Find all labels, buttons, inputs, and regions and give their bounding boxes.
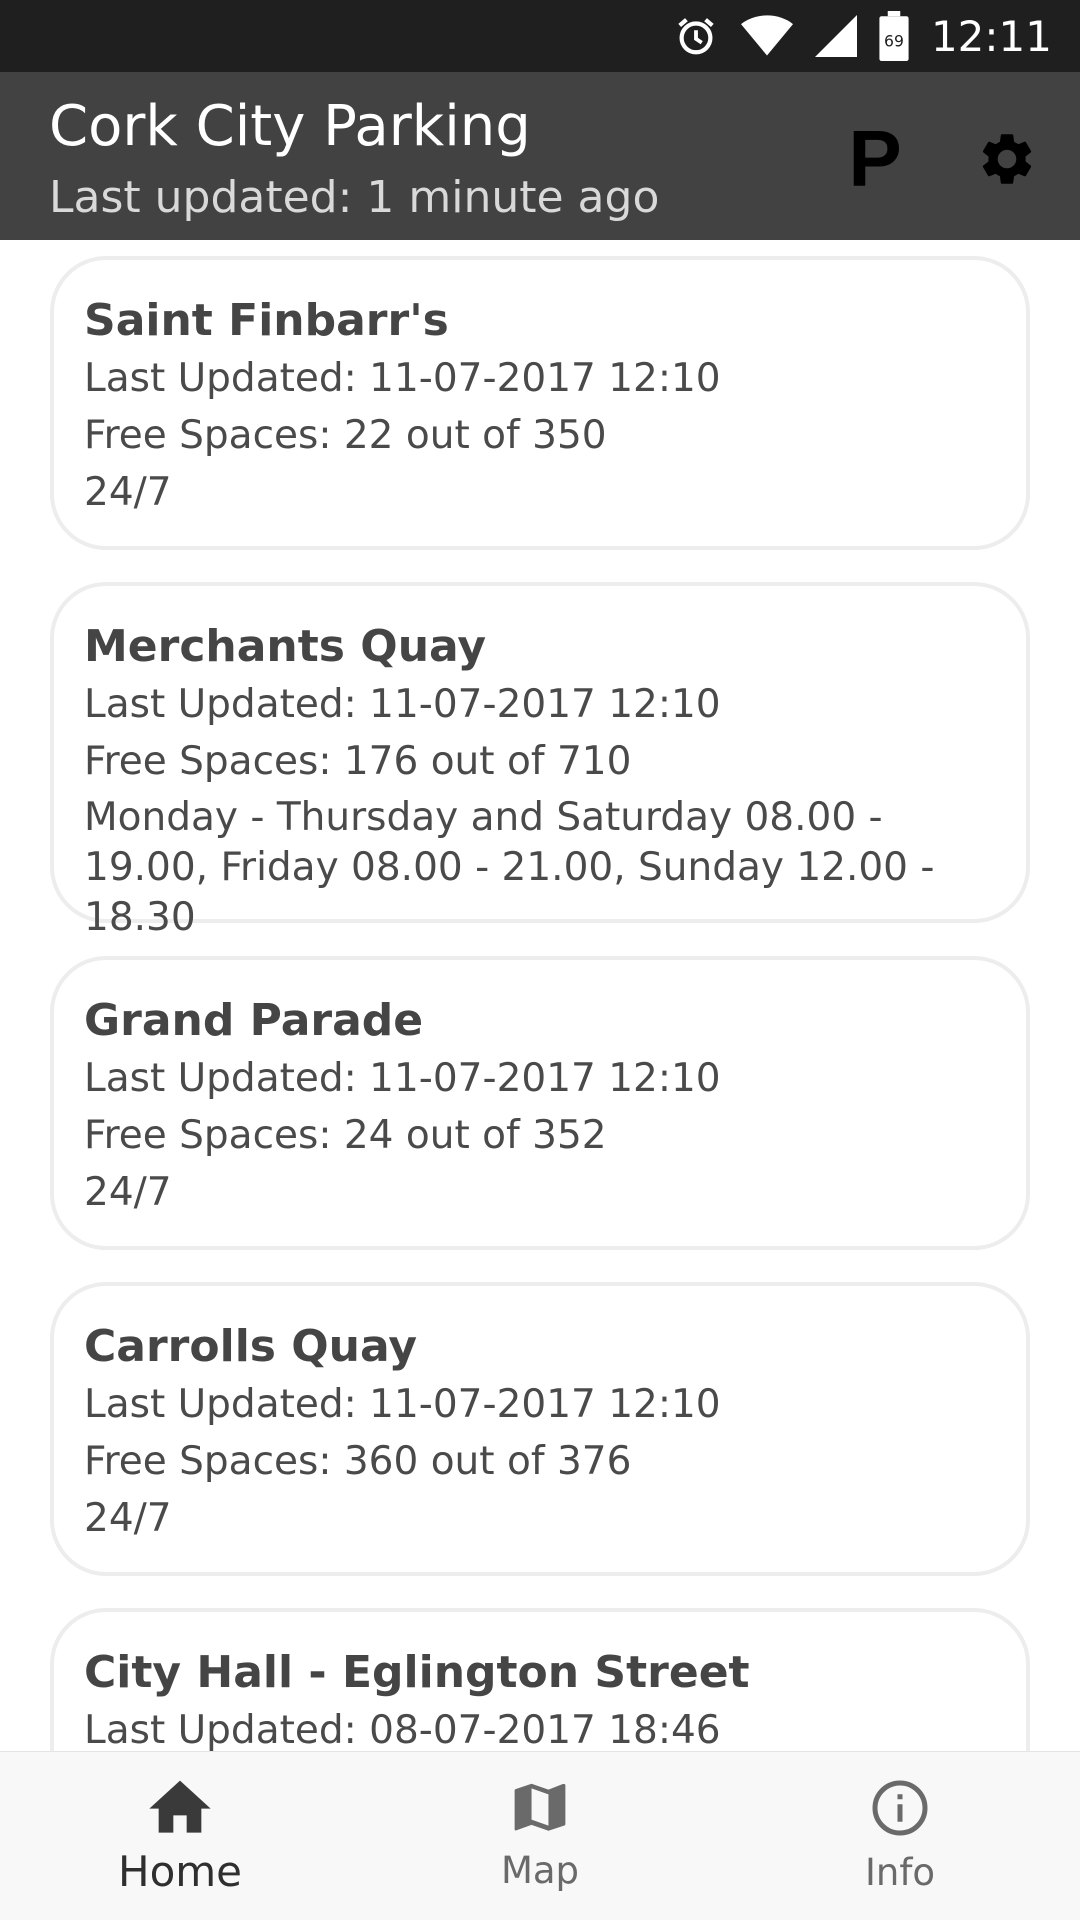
- car-park-hours: Monday - Thursday and Saturday 08.00 - 1…: [84, 795, 935, 940]
- car-park-last-updated: Last Updated: 11-07-2017 12:10: [84, 356, 721, 401]
- car-park-last-updated: Last Updated: 11-07-2017 12:10: [84, 1056, 721, 1101]
- car-park-card[interactable]: City Hall - Eglington Street Last Update…: [50, 1608, 1030, 1751]
- car-park-card[interactable]: Saint Finbarr's Last Updated: 11-07-2017…: [50, 256, 1030, 550]
- last-updated-subtitle: Last updated: 1 minute ago: [49, 172, 660, 223]
- car-park-name: Merchants Quay: [84, 621, 487, 672]
- car-park-name: Saint Finbarr's: [84, 295, 449, 346]
- app-bar: Cork City Parking Last updated: 1 minute…: [0, 72, 1080, 240]
- svg-text:69: 69: [884, 32, 904, 50]
- bottom-navigation: Home Map Info: [0, 1751, 1080, 1920]
- map-icon: [511, 1778, 569, 1841]
- car-park-free-spaces: Free Spaces: 24 out of 352: [84, 1113, 607, 1158]
- car-park-name: Carrolls Quay: [84, 1321, 418, 1372]
- app-title: Cork City Parking: [49, 94, 531, 159]
- car-park-free-spaces: Free Spaces: 176 out of 710: [84, 739, 632, 784]
- car-park-free-spaces: Free Spaces: 22 out of 350: [84, 413, 607, 458]
- car-park-hours: 24/7: [84, 1170, 172, 1215]
- nav-label-info: Info: [864, 1851, 936, 1894]
- car-park-card[interactable]: Grand Parade Last Updated: 11-07-2017 12…: [50, 956, 1030, 1250]
- status-time: 12:11: [930, 11, 1052, 61]
- gear-icon[interactable]: [962, 114, 1052, 204]
- nav-info[interactable]: Info: [720, 1752, 1080, 1920]
- car-park-last-updated: Last Updated: 11-07-2017 12:10: [84, 1382, 721, 1427]
- wifi-icon: [740, 14, 793, 58]
- car-park-last-updated: Last Updated: 11-07-2017 12:10: [84, 682, 721, 727]
- car-park-hours: 24/7: [84, 470, 172, 515]
- car-park-last-updated: Last Updated: 08-07-2017 18:46: [84, 1708, 721, 1751]
- car-park-free-spaces: Free Spaces: 360 out of 376: [84, 1439, 632, 1484]
- car-park-card[interactable]: Carrolls Quay Last Updated: 11-07-2017 1…: [50, 1282, 1030, 1576]
- car-park-card[interactable]: Merchants Quay Last Updated: 11-07-2017 …: [50, 582, 1030, 940]
- car-park-hours: 24/7: [84, 1496, 172, 1541]
- alarm-icon: [673, 13, 719, 59]
- status-bar: 69 12:11: [0, 0, 1080, 72]
- cell-signal-icon: [814, 15, 857, 57]
- nav-map[interactable]: Map: [360, 1752, 720, 1920]
- home-icon: [148, 1778, 212, 1839]
- info-icon: [870, 1778, 930, 1843]
- nav-label-home: Home: [117, 1847, 243, 1896]
- parking-icon[interactable]: P: [830, 114, 920, 204]
- nav-home[interactable]: Home: [0, 1752, 360, 1920]
- battery-icon: 69: [879, 11, 909, 61]
- car-park-name: Grand Parade: [84, 995, 424, 1046]
- nav-label-map: Map: [500, 1849, 580, 1892]
- car-park-list[interactable]: Saint Finbarr's Last Updated: 11-07-2017…: [0, 240, 1080, 1751]
- car-park-name: City Hall - Eglington Street: [84, 1647, 750, 1698]
